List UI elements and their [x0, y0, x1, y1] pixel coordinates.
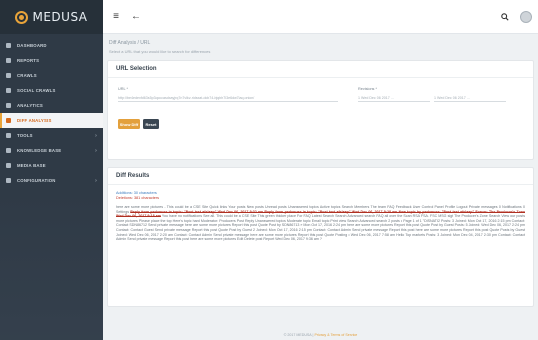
- sidebar-item-label: KNOWLEDGE BASE: [17, 148, 62, 153]
- sidebar-item-label: SOCIAL CRAWLS: [17, 88, 56, 93]
- medusa-logo-icon: [15, 10, 29, 24]
- brand-name: MEDUSA: [32, 10, 88, 24]
- sidebar-item-diff-analysis[interactable]: DIFF ANALYSIS: [0, 113, 103, 128]
- revision-to-select[interactable]: 1 Wed Dec 06 2017 ...: [434, 94, 506, 102]
- url-label: URL *: [118, 87, 128, 91]
- url-input[interactable]: http://be4edexfd63s5p3qcccasdxayjrq7n7vl…: [118, 94, 338, 102]
- sidebar-item-media-base[interactable]: MEDIA BASE: [0, 158, 103, 173]
- sidebar-shade: [0, 190, 103, 340]
- main-content: Diff Analysis / URL Select a URL that yo…: [103, 34, 538, 340]
- tools-icon: [6, 133, 11, 138]
- back-arrow-icon[interactable]: ←: [129, 10, 143, 24]
- book-icon: [6, 148, 11, 153]
- url-selection-title: URL Selection: [108, 61, 533, 78]
- sidebar-item-label: TOOLS: [17, 133, 33, 138]
- chevron-right-icon: ›: [95, 147, 97, 154]
- sidebar-item-tools[interactable]: TOOLS ›: [0, 128, 103, 143]
- sidebar: MEDUSA DASHBOARD REPORTS CRAWLS SOCIAL CRAW…: [0, 0, 103, 340]
- sidebar-item-dashboard[interactable]: DASHBOARD: [0, 38, 103, 53]
- media-icon: [6, 163, 11, 168]
- analytics-icon: [6, 103, 11, 108]
- sidebar-item-configuration[interactable]: CONFIGURATION ›: [0, 173, 103, 188]
- sidebar-item-label: REPORTS: [17, 58, 40, 63]
- diff-text: here are some more pictures - This could…: [116, 205, 525, 242]
- diff-stats: Additions: 30 characters Deletions: 381 …: [116, 191, 525, 201]
- search-icon[interactable]: [498, 10, 512, 24]
- diff-icon: [6, 118, 11, 123]
- sidebar-item-label: ANALYTICS: [17, 103, 43, 108]
- page-subtitle: Select a URL that you would like to sear…: [109, 49, 211, 54]
- sidebar-item-label: CRAWLS: [17, 73, 37, 78]
- sidebar-item-label: DIFF ANALYSIS: [17, 118, 52, 123]
- sidebar-nav: DASHBOARD REPORTS CRAWLS SOCIAL CRAWLS ANALY…: [0, 34, 103, 188]
- diff-unchanged-text: You have no notifications See all. This …: [116, 214, 525, 242]
- show-diff-button[interactable]: Show Diff: [118, 119, 140, 129]
- diff-body: Additions: 30 characters Deletions: 381 …: [108, 185, 533, 248]
- dashboard-icon: [6, 43, 11, 48]
- chevron-right-icon: ›: [95, 177, 97, 184]
- crawls-icon: [6, 73, 11, 78]
- gear-icon: [6, 178, 11, 183]
- sidebar-item-label: DASHBOARD: [17, 43, 47, 48]
- sidebar-item-label: CONFIGURATION: [17, 178, 56, 183]
- reports-icon: [6, 58, 11, 63]
- topbar: ≡ ←: [103, 0, 538, 34]
- reset-button[interactable]: Reset: [143, 119, 159, 129]
- sidebar-item-reports[interactable]: REPORTS: [0, 53, 103, 68]
- url-selection-card: URL Selection URL * http://be4edexfd63s5…: [107, 60, 534, 160]
- share-icon: [6, 88, 11, 93]
- footer-copyright: © 2017 MEDUSA |: [283, 333, 315, 337]
- brand[interactable]: MEDUSA: [0, 0, 103, 34]
- sidebar-item-crawls[interactable]: CRAWLS: [0, 68, 103, 83]
- topbar-right: [492, 10, 532, 24]
- diff-results-card: Diff Results Additions: 30 characters De…: [107, 167, 534, 307]
- breadcrumb[interactable]: Diff Analysis / URL: [109, 40, 534, 46]
- chevron-right-icon: ›: [95, 132, 97, 139]
- menu-toggle-icon[interactable]: ≡: [109, 10, 123, 24]
- sidebar-item-label: MEDIA BASE: [17, 163, 46, 168]
- sidebar-item-knowledge-base[interactable]: KNOWLEDGE BASE ›: [0, 143, 103, 158]
- revision-from-select[interactable]: 1 Wed Dec 06 2017 ...: [358, 94, 430, 102]
- deletions-count: Deletions: 381 characters: [116, 196, 160, 200]
- sidebar-item-analytics[interactable]: ANALYTICS: [0, 98, 103, 113]
- footer-link[interactable]: Privacy & Terms of Service: [314, 333, 357, 337]
- sidebar-item-social-crawls[interactable]: SOCIAL CRAWLS: [0, 83, 103, 98]
- footer: © 2017 MEDUSA | Privacy & Terms of Servi…: [103, 333, 538, 337]
- diff-results-title: Diff Results: [108, 168, 533, 185]
- revisions-label: Revisions *: [358, 87, 377, 91]
- user-avatar[interactable]: [520, 10, 532, 23]
